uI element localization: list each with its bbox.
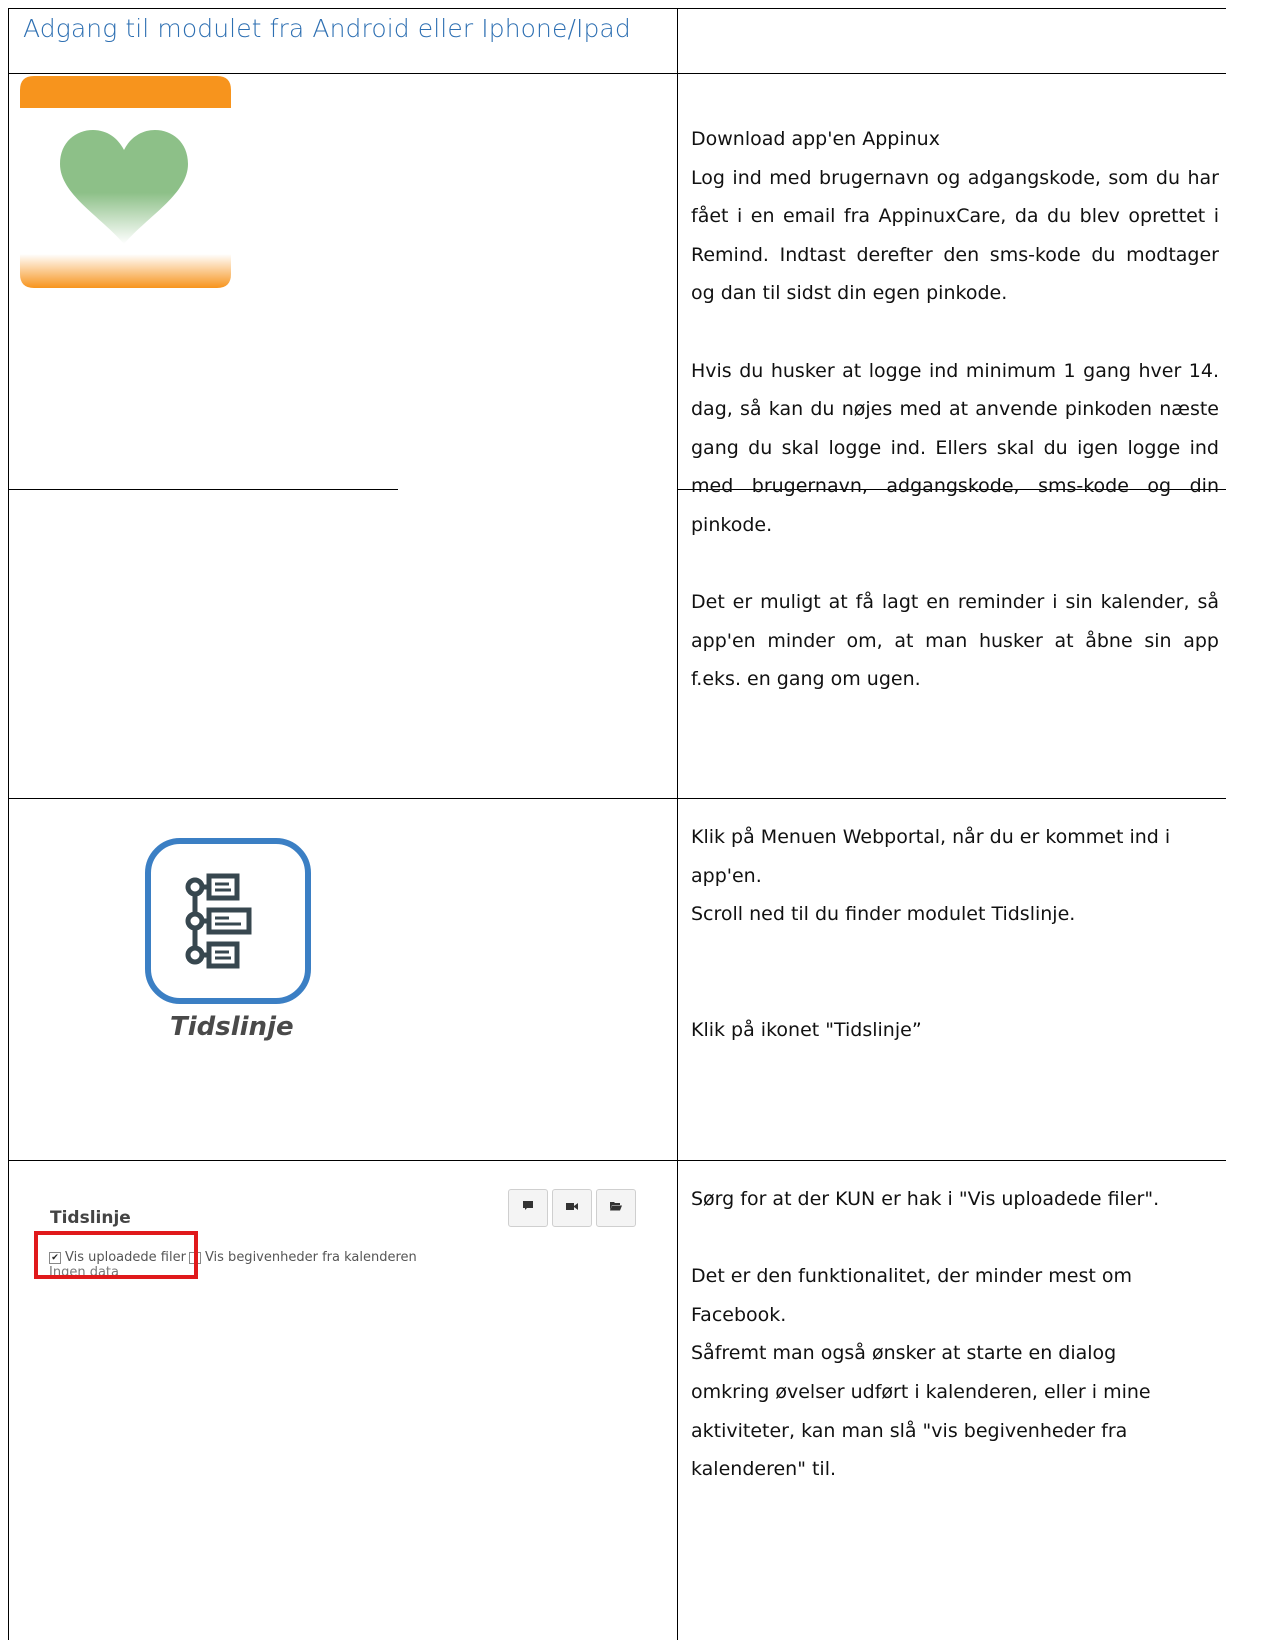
table-row-divider xyxy=(8,798,1226,799)
calendar-events-label: Vis begivenheder fra kalenderen xyxy=(204,1250,417,1265)
paragraph: Log ind med brugernavn og adgangskode, s… xyxy=(691,166,1219,305)
paragraph: Hvis du husker at logge ind minimum 1 ga… xyxy=(691,359,1219,536)
timeline-icon-caption: Tidslinje xyxy=(170,1012,294,1042)
paragraph: Såfremt man også ønsker at starte en dia… xyxy=(691,1342,1151,1481)
paragraph: Det er muligt at få lagt en reminder i s… xyxy=(691,591,1219,691)
folder-button[interactable] xyxy=(596,1189,636,1227)
folder-open-icon xyxy=(609,1199,623,1217)
paragraph: Scroll ned til du finder modulet Tidslin… xyxy=(691,903,1076,926)
timeline-module-icon xyxy=(145,838,311,1004)
comment-icon xyxy=(522,1199,534,1217)
timeline-screenshot-title: Tidslinje xyxy=(50,1208,131,1228)
paragraph: Klik på ikonet "Tidslinje” xyxy=(691,1018,922,1041)
paragraph: Sørg for at der KUN er hak i "Vis upload… xyxy=(691,1188,1160,1210)
table-column-divider xyxy=(677,8,678,1640)
table-border-left xyxy=(8,8,9,1640)
paragraph: Klik på Menuen Webportal, når du er komm… xyxy=(691,826,1171,887)
paragraph: Det er den funktionalitet, der minder me… xyxy=(691,1265,1132,1288)
video-button[interactable] xyxy=(552,1189,592,1227)
highlight-box xyxy=(34,1231,198,1279)
table-row-divider xyxy=(8,1160,1226,1161)
table-border-top xyxy=(8,8,1226,9)
row1-instructions: Download app'en Appinux Log ind med brug… xyxy=(691,120,1219,699)
document-table: Adgang til modulet fra Android eller Iph… xyxy=(0,0,1226,1640)
appinux-app-icon xyxy=(20,76,231,288)
table-row-divider xyxy=(8,489,398,490)
table-row-divider xyxy=(8,73,1226,74)
row3-instructions: Sørg for at der KUN er hak i "Vis upload… xyxy=(691,1180,1219,1489)
row2-instructions: Klik på Menuen Webportal, når du er komm… xyxy=(691,818,1219,1050)
comment-button[interactable] xyxy=(508,1189,548,1227)
video-icon xyxy=(565,1199,579,1217)
paragraph: Facebook. xyxy=(691,1303,787,1326)
page-title: Adgang til modulet fra Android eller Iph… xyxy=(23,14,631,43)
paragraph: Download app'en Appinux xyxy=(691,128,940,150)
